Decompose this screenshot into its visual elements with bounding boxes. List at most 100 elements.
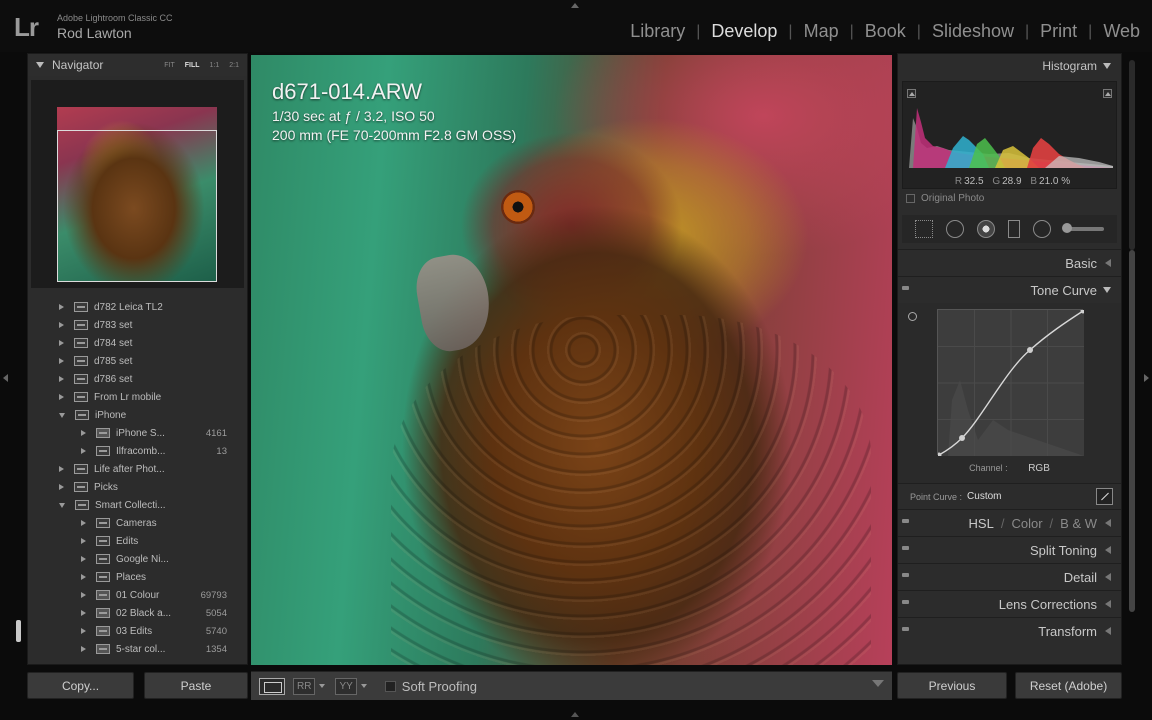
zoom-1-1[interactable]: 1:1 (210, 62, 220, 69)
histogram-header[interactable]: Histogram (898, 54, 1121, 78)
list-item[interactable]: d784 set (31, 334, 241, 352)
module-library[interactable]: Library (628, 21, 687, 42)
previous-button[interactable]: Previous (897, 672, 1007, 699)
expand-icon[interactable] (59, 376, 64, 382)
panel-switch-icon[interactable] (902, 627, 909, 631)
list-item[interactable]: iPhone (31, 406, 241, 424)
expand-icon[interactable] (59, 466, 64, 472)
list-item[interactable]: 02 Black a... 5054 (31, 604, 241, 622)
adjustment-brush-icon[interactable] (1062, 223, 1105, 233)
navigator-view-frame[interactable] (57, 130, 217, 282)
list-item[interactable]: Life after Phot... (31, 460, 241, 478)
collapse-icon[interactable] (59, 502, 65, 508)
list-item[interactable]: Edits (31, 532, 241, 550)
expand-icon[interactable] (81, 430, 86, 436)
module-book[interactable]: Book (863, 21, 908, 42)
list-item[interactable]: d785 set (31, 352, 241, 370)
expand-icon[interactable] (81, 574, 86, 580)
panel-switch-icon[interactable] (902, 519, 909, 523)
expand-icon[interactable] (81, 520, 86, 526)
histogram[interactable]: R 32.5 G 28.9 B 21.0 % (902, 81, 1117, 189)
list-item[interactable]: Picks (31, 478, 241, 496)
point-curve-selector[interactable]: Point Curve : Custom (898, 483, 1121, 509)
graduated-filter-icon[interactable] (1008, 220, 1021, 238)
soft-proofing-checkbox[interactable] (384, 680, 396, 692)
right-panel-toggle-icon[interactable] (1144, 374, 1149, 382)
expand-icon[interactable] (59, 484, 64, 490)
panel-switch-icon[interactable] (902, 286, 909, 290)
before-after-swap-button[interactable]: YY (335, 677, 357, 695)
expand-icon[interactable] (81, 628, 86, 634)
expand-icon[interactable] (59, 394, 64, 400)
panel-switch-icon[interactable] (902, 600, 909, 604)
module-web[interactable]: Web (1101, 21, 1142, 42)
zoom-2-1[interactable]: 2:1 (229, 62, 239, 69)
list-item[interactable]: iPhone S... 4161 (31, 424, 241, 442)
panel-switch-icon[interactable] (902, 573, 909, 577)
list-item[interactable]: 5-star col... 1354 (31, 640, 241, 658)
expand-icon[interactable] (59, 304, 64, 310)
expand-icon[interactable] (81, 610, 86, 616)
tab-bw[interactable]: B & W (1060, 516, 1097, 531)
expand-icon[interactable] (81, 646, 86, 652)
expand-icon[interactable] (59, 322, 64, 328)
list-item[interactable]: Cameras (31, 514, 241, 532)
reset-button[interactable]: Reset (Adobe) (1015, 672, 1122, 699)
module-slideshow[interactable]: Slideshow (930, 21, 1016, 42)
list-item[interactable]: Ilfracomb... 13 (31, 442, 241, 460)
module-print[interactable]: Print (1038, 21, 1079, 42)
navigator-preview[interactable] (31, 80, 244, 288)
expand-icon[interactable] (81, 556, 86, 562)
tone-curve-graph[interactable] (936, 308, 1086, 458)
toolbar-menu-icon[interactable] (872, 680, 884, 687)
paste-button[interactable]: Paste (144, 672, 248, 699)
point-curve-value[interactable]: Custom (967, 491, 1001, 502)
expand-icon[interactable] (59, 358, 64, 364)
lens-corrections-panel-header[interactable]: Lens Corrections (898, 590, 1121, 617)
list-item[interactable]: d786 set (31, 370, 241, 388)
radial-filter-icon[interactable] (1033, 220, 1052, 238)
expand-icon[interactable] (59, 340, 64, 346)
chevron-down-icon[interactable] (360, 684, 367, 688)
top-panel-toggle-icon[interactable] (571, 3, 579, 8)
zoom-fill[interactable]: FILL (185, 62, 200, 69)
navigator-header[interactable]: Navigator FIT FILL 1:1 2:1 (28, 54, 247, 76)
list-item[interactable]: d782 Leica TL2 (31, 298, 241, 316)
original-photo-checkbox[interactable] (906, 193, 915, 203)
copy-button[interactable]: Copy... (27, 672, 134, 699)
list-item[interactable]: 01 Colour 69793 (31, 586, 241, 604)
expand-icon[interactable] (81, 592, 86, 598)
collapse-icon[interactable] (59, 412, 65, 418)
target-adjustment-icon[interactable] (908, 312, 917, 321)
list-item[interactable]: From Lr mobile (31, 388, 241, 406)
zoom-fit[interactable]: FIT (164, 62, 175, 69)
module-develop[interactable]: Develop (709, 21, 779, 42)
expand-icon[interactable] (81, 538, 86, 544)
left-panel-scrollbar[interactable] (16, 620, 21, 642)
transform-panel-header[interactable]: Transform (898, 617, 1121, 644)
main-photo[interactable]: d671-014.ARW 1/30 sec at ƒ / 3.2, ISO 50… (251, 55, 892, 665)
basic-panel-header[interactable]: Basic (898, 249, 1121, 276)
detail-panel-header[interactable]: Detail (898, 563, 1121, 590)
right-panel-scrollbar[interactable] (1129, 250, 1135, 612)
split-toning-panel-header[interactable]: Split Toning (898, 536, 1121, 563)
channel-value[interactable]: RGB (1028, 463, 1050, 474)
left-panel-toggle-icon[interactable] (3, 374, 8, 382)
panel-switch-icon[interactable] (902, 546, 909, 550)
list-item[interactable]: Smart Collecti... (31, 496, 241, 514)
tab-hsl[interactable]: HSL (969, 516, 994, 531)
list-item[interactable]: Google Ni... (31, 550, 241, 568)
channel-selector[interactable]: Channel : RGB (898, 463, 1121, 474)
hsl-panel-header[interactable]: HSL / Color / B & W (898, 509, 1121, 536)
tab-color[interactable]: Color (1011, 516, 1042, 531)
filmstrip-toggle-icon[interactable] (571, 712, 579, 717)
expand-icon[interactable] (81, 448, 86, 454)
list-item[interactable]: d783 set (31, 316, 241, 334)
module-map[interactable]: Map (802, 21, 841, 42)
chevron-down-icon[interactable] (319, 684, 326, 688)
edit-point-curve-icon[interactable] (1096, 488, 1113, 505)
before-after-button[interactable]: RR (293, 677, 316, 695)
spot-removal-icon[interactable] (945, 220, 964, 238)
red-eye-icon[interactable] (976, 220, 995, 238)
original-photo-toggle[interactable]: Original Photo (898, 189, 1121, 207)
